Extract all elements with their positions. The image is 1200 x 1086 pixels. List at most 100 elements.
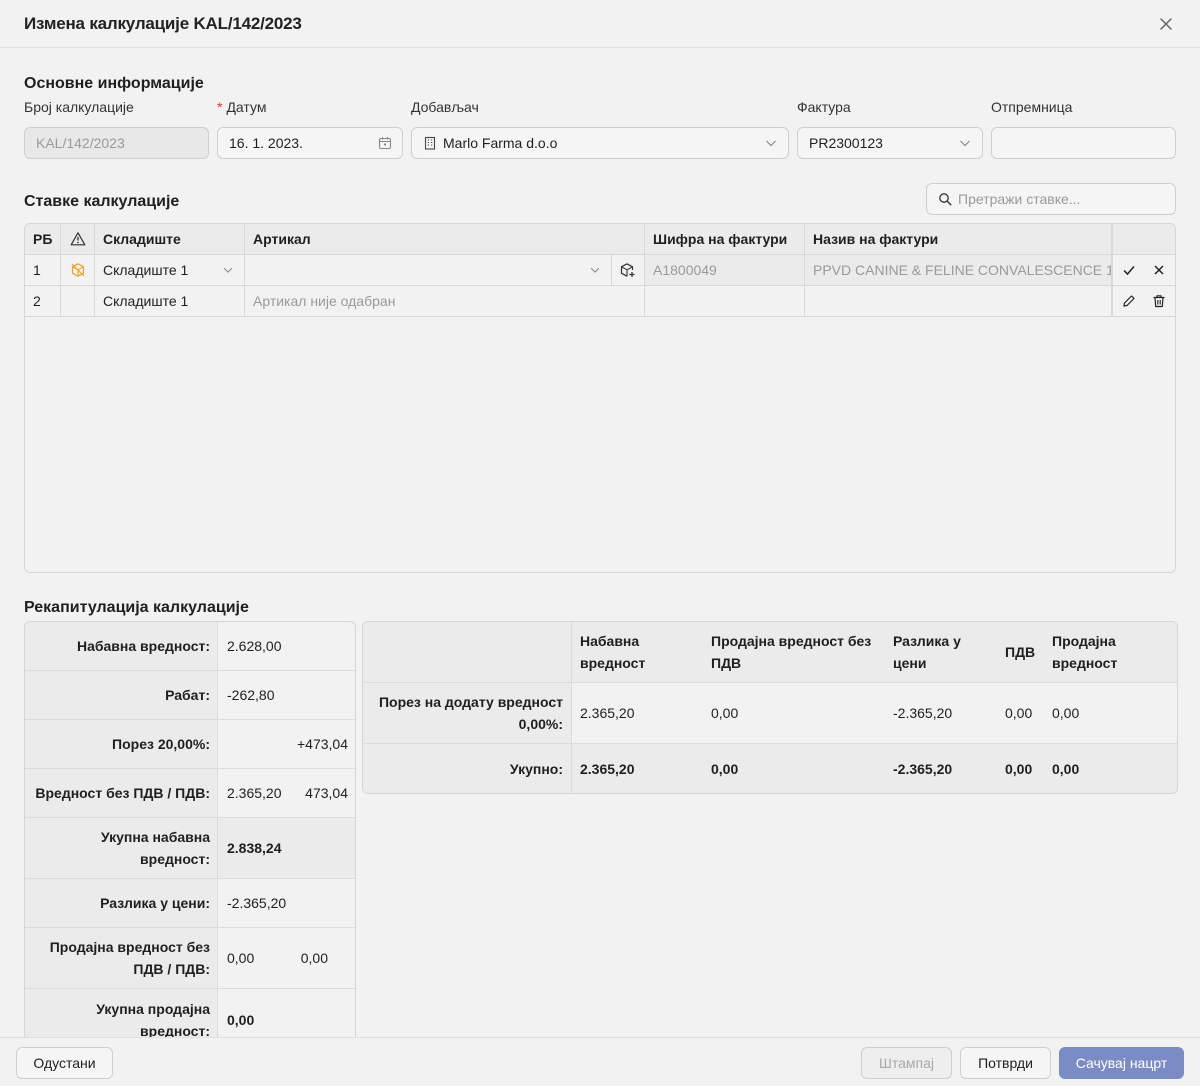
row-warning-cell (61, 286, 95, 316)
col-invoice-name: Назив на фактури (805, 224, 1112, 254)
number-label: Број калкулације (24, 99, 134, 115)
delivery-note-label: Отпремница (991, 99, 1073, 115)
invoice-select[interactable]: PR2300123 (797, 127, 983, 159)
close-icon (1160, 18, 1172, 30)
recap-discount-row: Рабат: -262,80 (25, 671, 355, 720)
warehouse-value: Складиште 1 (103, 262, 189, 278)
row-rb: 2 (25, 286, 61, 316)
search-icon (939, 193, 952, 206)
vat-table-header: Набавна вредност Продајна вредност без П… (363, 622, 1177, 683)
article-select[interactable] (245, 255, 612, 285)
vat-header: Продајна вредност (1052, 633, 1118, 671)
items-title: Ставке калкулације (24, 193, 180, 210)
row-actions (1112, 286, 1175, 316)
dialog-footer: Одустани Штампај Потврди Сачувај нацрт (0, 1037, 1200, 1086)
package-off-icon (71, 263, 84, 277)
required-marker: * (217, 99, 223, 115)
date-label: * Датум (217, 99, 266, 115)
recap-label: Вредност без ПДВ / ПДВ: (25, 769, 218, 817)
items-table: РБ Складиште Артикал Шифра на фактури На… (24, 223, 1176, 573)
col-article: Артикал (245, 224, 645, 254)
chevron-down-icon (590, 267, 600, 273)
warning-icon (70, 232, 85, 246)
vat-cell: 2.365,20 (580, 705, 635, 721)
vat-cell: 0,00 (1052, 705, 1080, 721)
supplier-select[interactable]: Marlo Farma d.o.o (411, 127, 789, 159)
recap-value-vat: 0,00 (300, 950, 328, 966)
vat-total-cell: 2.365,20 (580, 760, 635, 777)
recap-value: -262,80 (227, 687, 275, 703)
delete-row-button[interactable] (1144, 286, 1174, 316)
vat-total-cell: 0,00 (711, 760, 739, 777)
print-button[interactable]: Штампај (861, 1047, 952, 1079)
recap-value-amount: 0,00 (227, 950, 255, 966)
cancel-row-button[interactable] (1144, 255, 1174, 285)
vat-total-label: Укупно: (363, 744, 572, 793)
warehouse-select[interactable]: Складиште 1 (95, 255, 245, 285)
col-rb: РБ (25, 224, 61, 254)
vat-total-row: Укупно: 2.365,20 0,00 -2.365,20 0,00 0,0… (363, 744, 1177, 793)
vat-header-empty (363, 622, 572, 682)
items-search-input[interactable] (958, 191, 1158, 207)
items-search[interactable] (926, 183, 1176, 215)
recap-summary-table: Набавна вредност: 2.628,00 Рабат: -262,8… (24, 621, 356, 1041)
recap-value: 2.628,00 (227, 638, 282, 654)
add-article-button[interactable] (612, 255, 644, 285)
recap-title: Рекапитулација калкулације (24, 599, 249, 616)
chevron-down-icon (960, 140, 970, 147)
edit-row-button[interactable] (1114, 286, 1144, 316)
basic-info-title: Основне информације (24, 75, 204, 92)
supplier-value: Marlo Farma d.o.o (443, 135, 558, 151)
recap-label: Набавна вредност: (25, 622, 218, 670)
invoice-name-cell (805, 286, 1112, 316)
check-icon (1123, 266, 1135, 276)
recap-value: 0,00 (227, 1011, 255, 1028)
date-field[interactable]: 16. 1. 2023. (217, 127, 403, 159)
vat-header: Разлика у цени (893, 633, 961, 671)
building-icon (424, 136, 436, 150)
recap-label: Укупна продајна вредност: (25, 989, 218, 1041)
recap-purchase-value-row: Набавна вредност: 2.628,00 (25, 622, 355, 671)
save-draft-button[interactable]: Сачувај нацрт (1059, 1047, 1184, 1079)
dialog-title: Измена калкулације KAL/142/2023 (24, 13, 302, 33)
vat-cell: 0,00 (711, 705, 739, 721)
recap-value-no-vat-row: Вредност без ПДВ / ПДВ: 2.365,20 473,04 (25, 769, 355, 818)
chevron-down-icon (766, 140, 776, 147)
confirm-button[interactable]: Потврди (960, 1047, 1051, 1079)
table-header: РБ Складиште Артикал Шифра на фактури На… (25, 224, 1175, 255)
vat-total-cell: 0,00 (1052, 760, 1080, 777)
invoice-code-cell: A1800049 (645, 255, 805, 285)
recap-total-purchase-row: Укупна набавна вредност: 2.838,24 (25, 818, 355, 879)
invoice-code-cell (645, 286, 805, 316)
delivery-note-field[interactable] (991, 127, 1176, 159)
recap-tax-row: Порез 20,00%: +473,04 (25, 720, 355, 769)
col-warehouse: Складиште (95, 224, 245, 254)
recap-total-sale-row: Укупна продајна вредност: 0,00 (25, 989, 355, 1041)
number-field[interactable]: KAL/142/2023 (24, 127, 209, 159)
recap-value: 2.838,24 (218, 818, 355, 878)
vat-total-cell: 0,00 (1005, 760, 1033, 777)
vat-header: ПДВ (1005, 644, 1036, 660)
recap-label: Укупна набавна вредност: (25, 818, 218, 878)
col-invoice-code: Шифра на фактури (645, 224, 805, 254)
vat-cell: -2.365,20 (893, 705, 953, 721)
vat-cell: 0,00 (1005, 705, 1033, 721)
recap-price-diff-row: Разлика у цени: -2.365,20 (25, 879, 355, 928)
recap-value-amount: 2.365,20 (227, 785, 282, 801)
close-button[interactable] (1154, 12, 1178, 36)
recap-value-vat: 473,04 (305, 785, 348, 801)
recap-label: Разлика у цени: (25, 879, 218, 927)
dialog-header: Измена калкулације KAL/142/2023 (0, 0, 1200, 48)
invoice-value: PR2300123 (809, 135, 883, 151)
invoice-name-cell: PPVD CANINE & FELINE CONVALESCENCE 195G (805, 255, 1112, 285)
cancel-button[interactable]: Одустани (16, 1047, 113, 1079)
article-cell: Артикал није одабран (245, 286, 645, 316)
article-cell (245, 255, 645, 285)
confirm-row-button[interactable] (1114, 255, 1144, 285)
recap-label: Порез 20,00%: (25, 720, 218, 768)
x-icon (1154, 265, 1164, 275)
recap-vat-table: Набавна вредност Продајна вредност без П… (362, 621, 1178, 794)
col-actions (1112, 224, 1175, 254)
supplier-label: Добављач (411, 99, 479, 115)
calendar-icon (378, 137, 392, 150)
